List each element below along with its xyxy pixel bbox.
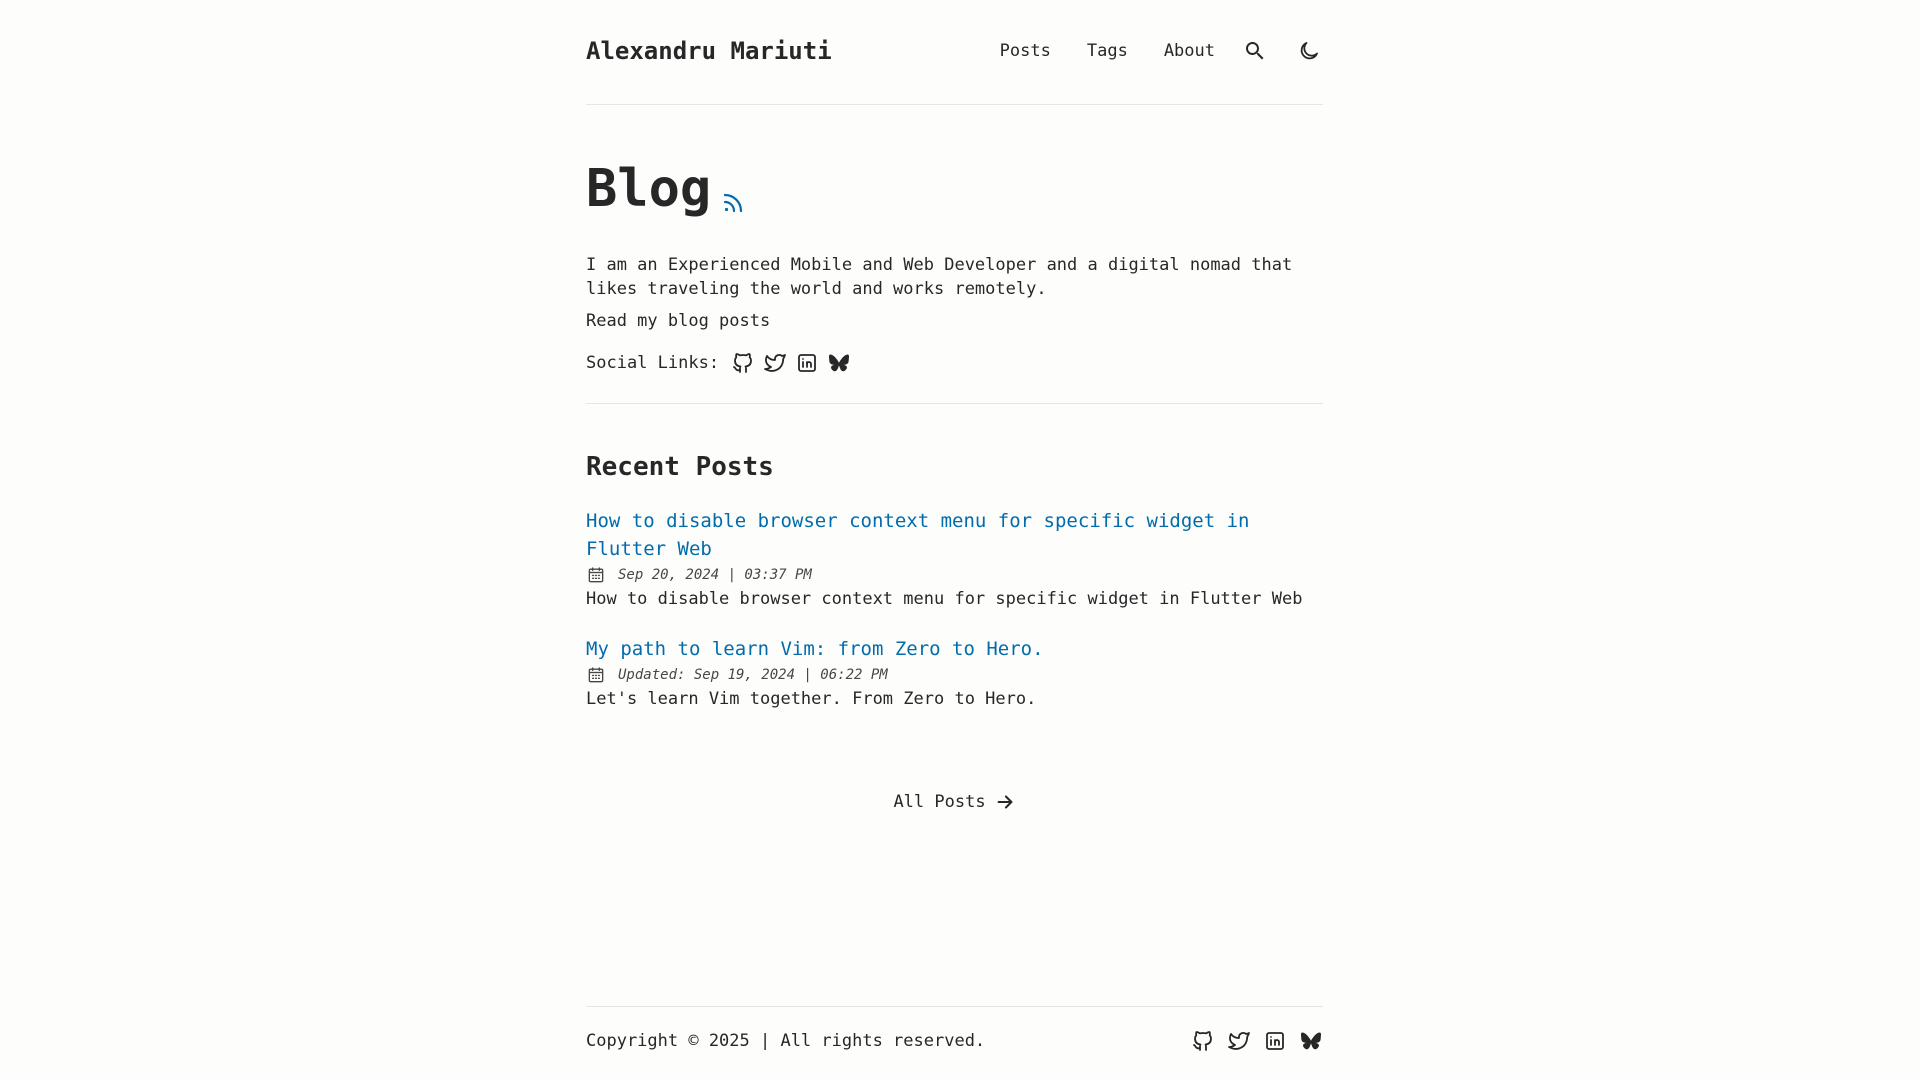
main-nav: Posts Tags About [1000, 37, 1323, 65]
site-header: Alexandru Mariuti Posts Tags About [586, 0, 1323, 105]
hero-description: I am an Experienced Mobile and Web Devel… [586, 255, 1293, 299]
post-date: Updated: Sep 19, 2024 | 06:22 PM [586, 665, 1323, 685]
post-date: Sep 20, 2024 | 03:37 PM [586, 565, 1323, 585]
bluesky-icon[interactable] [827, 351, 851, 375]
rss-icon[interactable] [721, 191, 745, 215]
calendar-icon [586, 565, 606, 585]
list-item: How to disable browser context menu for … [586, 507, 1323, 611]
search-icon [1243, 39, 1267, 63]
arrow-right-icon [994, 791, 1016, 813]
nav-posts[interactable]: Posts [1000, 41, 1051, 61]
twitter-icon[interactable] [1227, 1029, 1251, 1053]
all-posts-link[interactable]: All Posts [893, 791, 1015, 813]
post-description: How to disable browser context menu for … [586, 589, 1303, 609]
post-date-text: Sep 20, 2024 | 03:37 PM [618, 567, 812, 583]
post-description: Let's learn Vim together. From Zero to H… [586, 689, 1037, 709]
page-container: Alexandru Mariuti Posts Tags About Blog [586, 0, 1323, 813]
bluesky-icon[interactable] [1299, 1029, 1323, 1053]
site-footer: Copyright © 2025 | All rights reserved. [586, 1006, 1323, 1080]
hero-read-text: Read my blog posts [586, 311, 771, 331]
github-icon[interactable] [731, 351, 755, 375]
hero-section: Blog I am an Experienced Mobile and Web … [586, 105, 1323, 404]
linkedin-icon[interactable] [1263, 1029, 1287, 1053]
twitter-icon[interactable] [763, 351, 787, 375]
moon-icon [1297, 39, 1321, 63]
linkedin-icon[interactable] [795, 351, 819, 375]
search-button[interactable] [1241, 37, 1269, 65]
social-links: Social Links: [586, 351, 1323, 375]
nav-about[interactable]: About [1164, 41, 1215, 61]
post-date-text: Updated: Sep 19, 2024 | 06:22 PM [618, 667, 888, 683]
recent-posts-title: Recent Posts [586, 452, 774, 482]
github-icon[interactable] [1191, 1029, 1215, 1053]
calendar-icon [586, 665, 606, 685]
post-title-link[interactable]: How to disable browser context menu for … [586, 507, 1323, 563]
all-posts-row: All Posts [586, 791, 1323, 813]
hero-title-row: Blog [586, 161, 1323, 217]
list-item: My path to learn Vim: from Zero to Hero.… [586, 635, 1323, 711]
theme-toggle-button[interactable] [1295, 37, 1323, 65]
footer-social-links [1179, 1029, 1323, 1053]
post-title-link[interactable]: My path to learn Vim: from Zero to Hero. [586, 635, 1323, 663]
page-title: Blog [586, 159, 712, 219]
site-title-link[interactable]: Alexandru Mariuti [586, 37, 832, 65]
nav-tags[interactable]: Tags [1087, 41, 1128, 61]
copyright-text: Copyright © 2025 | All rights reserved. [586, 1030, 986, 1051]
social-links-label: Social Links: [586, 353, 720, 373]
all-posts-label: All Posts [893, 792, 986, 812]
recent-posts-section: Recent Posts How to disable browser cont… [586, 404, 1323, 813]
